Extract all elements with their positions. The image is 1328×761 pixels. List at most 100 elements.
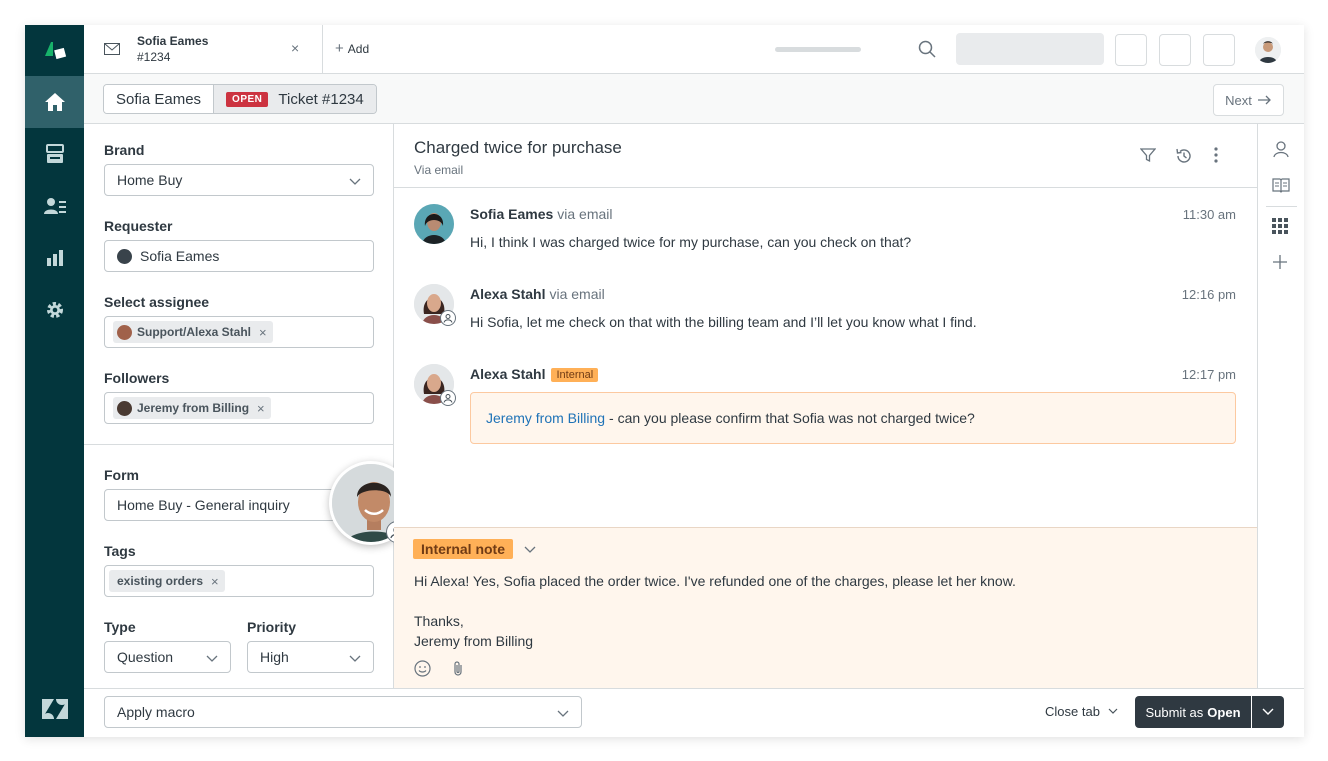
form-label: Form (104, 467, 139, 483)
message-body: Hi Sofia, let me check on that with the … (470, 314, 977, 330)
tab-ticket-number: #1234 (137, 50, 171, 64)
composer-text[interactable]: Hi Alexa! Yes, Sofia placed the order tw… (414, 571, 1016, 651)
conversation-message: Alexa Stahl via email 12:16 pm Hi Sofia, … (414, 284, 1236, 344)
author-name: Alexa Stahl (470, 366, 546, 382)
reply-composer[interactable]: Internal note Hi Alexa! Yes, Sofia place… (394, 527, 1257, 688)
add-tab-button[interactable]: + Add (335, 41, 369, 56)
composer-mode-badge[interactable]: Internal note (413, 539, 514, 559)
internal-note-body: Jeremy from Billing - can you please con… (470, 392, 1236, 444)
assignee-field[interactable]: Support/Alexa Stahl × (104, 316, 374, 348)
message-timestamp: 12:17 pm (1181, 367, 1236, 382)
next-button[interactable]: Next (1213, 84, 1284, 116)
sofia-avatar (414, 204, 454, 244)
followers-field[interactable]: Jeremy from Billing × (104, 392, 374, 424)
priority-value: High (260, 649, 289, 665)
arrow-right-icon (1257, 93, 1272, 108)
topbar-button-1[interactable] (1115, 34, 1147, 66)
remove-follower-icon[interactable]: × (257, 401, 265, 416)
submit-button[interactable]: Submit as Open (1135, 696, 1251, 728)
type-select[interactable]: Question (104, 641, 231, 673)
nav-admin-gear-icon[interactable] (25, 284, 84, 336)
ticket-channel: Via email (414, 163, 464, 177)
product-logo-icon[interactable] (25, 25, 84, 74)
tag-value: existing orders (117, 574, 204, 588)
search-input[interactable] (956, 33, 1104, 65)
requester-label: Requester (104, 218, 173, 234)
breadcrumb-ticket[interactable]: OPEN Ticket #1234 (214, 85, 376, 113)
apply-macro-select[interactable]: Apply macro (104, 696, 582, 728)
remove-tag-icon[interactable]: × (211, 574, 219, 589)
priority-label: Priority (247, 619, 297, 635)
type-value: Question (117, 649, 174, 665)
message-channel: via email (557, 206, 613, 222)
form-value: Home Buy - General inquiry (117, 497, 290, 513)
status-badge: OPEN (226, 91, 269, 107)
chevron-down-icon (349, 174, 361, 190)
agent-badge-icon (440, 310, 456, 326)
nav-home-icon[interactable] (25, 76, 84, 128)
priority-select[interactable]: High (247, 641, 374, 673)
nav-rail (25, 25, 84, 737)
message-timestamp: 12:16 pm (1181, 287, 1236, 302)
topbar-button-3[interactable] (1203, 34, 1235, 66)
chevron-down-icon (206, 651, 218, 667)
breadcrumb-requester[interactable]: Sofia Eames (104, 85, 215, 113)
remove-assignee-icon[interactable]: × (259, 325, 267, 340)
add-tab-label: Add (347, 41, 370, 56)
attachment-icon[interactable] (452, 660, 464, 680)
tab-title: Sofia Eames (137, 34, 209, 48)
breadcrumb-ticket-label: Ticket #1234 (278, 90, 364, 108)
close-tab-label: Close tab (1045, 704, 1100, 719)
more-options-icon[interactable] (1214, 147, 1218, 166)
message-author: Sofia Eames via email (470, 206, 613, 222)
apps-grid-icon[interactable] (1272, 218, 1288, 237)
requester-value: Sofia Eames (140, 248, 220, 264)
assignee-value: Support/Alexa Stahl (137, 325, 252, 339)
breadcrumb: Sofia Eames OPEN Ticket #1234 (103, 84, 377, 114)
next-label: Next (1225, 92, 1252, 108)
topbar-button-2[interactable] (1159, 34, 1191, 66)
chevron-down-icon (349, 651, 361, 667)
user-avatar[interactable] (1255, 37, 1281, 63)
knowledge-book-icon[interactable] (1272, 177, 1290, 196)
chevron-down-icon[interactable] (524, 542, 536, 558)
search-icon[interactable] (918, 40, 936, 61)
user-profile-icon[interactable] (1272, 140, 1290, 161)
follower-avatar (117, 400, 132, 416)
divider (1266, 206, 1297, 207)
internal-note-message: Alexa Stahl Internal 12:17 pm Jeremy from… (414, 364, 1236, 446)
submit-options-button[interactable] (1252, 696, 1284, 728)
conversation-message: Sofia Eames via email 11:30 am Hi, I thin… (414, 204, 1236, 264)
nav-views-icon[interactable] (25, 128, 84, 180)
nav-customers-icon[interactable] (25, 180, 84, 232)
internal-badge: Internal (551, 368, 599, 382)
emoji-icon[interactable] (414, 660, 431, 680)
follower-value: Jeremy from Billing (137, 401, 250, 415)
app-window: Sofia Eames #1234 × + Add Sofia Eames OP… (25, 25, 1304, 737)
message-channel: via email (549, 286, 605, 302)
context-rail (1257, 124, 1304, 688)
filter-icon[interactable] (1139, 147, 1157, 166)
submit-status: Open (1207, 704, 1241, 720)
brand-select[interactable]: Home Buy (104, 164, 374, 196)
ticket-subject: Charged twice for purchase (414, 138, 622, 157)
submit-prefix: Submit as (1145, 704, 1204, 720)
agent-badge-icon (440, 390, 456, 406)
nav-reporting-icon[interactable] (25, 232, 84, 284)
type-label: Type (104, 619, 136, 635)
tab-close-icon[interactable]: × (291, 40, 299, 56)
close-tab-menu[interactable]: Close tab (1045, 704, 1118, 719)
add-app-plus-icon[interactable] (1272, 254, 1288, 273)
requester-field[interactable]: Sofia Eames (104, 240, 374, 272)
zendesk-logo-icon[interactable] (25, 689, 84, 729)
divider (84, 444, 394, 445)
history-icon[interactable] (1175, 147, 1193, 168)
mention-link[interactable]: Jeremy from Billing (486, 410, 605, 426)
chevron-down-icon (557, 706, 569, 722)
top-bar: Sofia Eames #1234 × + Add (84, 25, 1304, 74)
note-text: - can you please confirm that Sofia was … (609, 410, 975, 426)
tags-field[interactable]: existing orders × (104, 565, 374, 597)
message-body: Hi, I think I was charged twice for my p… (470, 234, 912, 250)
ticket-tab[interactable]: Sofia Eames #1234 × (84, 25, 323, 74)
tag-chip: existing orders × (109, 570, 225, 592)
